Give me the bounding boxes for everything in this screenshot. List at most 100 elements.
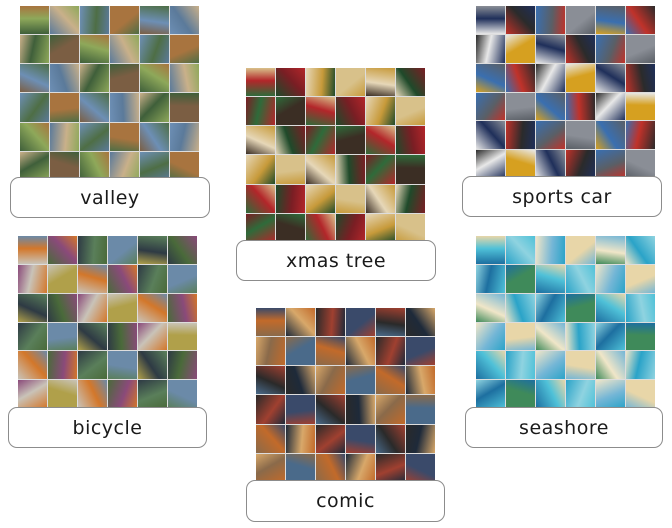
valley-thumbnail [110, 151, 139, 180]
seashore-thumbnail [596, 380, 625, 408]
comic-thumbnail [406, 308, 435, 337]
comic-thumbnail [286, 308, 315, 337]
seashore-thumbnail [536, 322, 565, 351]
bicycle-thumbnail [108, 264, 137, 293]
valley-thumbnail [110, 64, 139, 93]
comic-thumbnail [346, 308, 375, 337]
xmas-tree-thumbnail [306, 126, 335, 155]
sports-car-thumbnail [476, 150, 505, 178]
xmas-tree-thumbnail [336, 97, 365, 126]
comic-thumbnail [376, 337, 405, 366]
comic-thumbnail [346, 337, 375, 366]
xmas-tree-thumbnail [306, 184, 335, 213]
seashore-thumbnail [596, 322, 625, 351]
bicycle-label: bicycle [8, 407, 207, 448]
seashore-thumbnail [626, 322, 655, 351]
bicycle-thumbnail [78, 236, 107, 264]
comic-image-grid [256, 308, 435, 482]
seashore-thumbnail [596, 264, 625, 293]
sports-car-thumbnail [596, 34, 625, 63]
seashore-thumbnail [476, 351, 505, 380]
xmas-tree-thumbnail [336, 213, 365, 242]
valley-thumbnail [80, 6, 109, 35]
xmas-tree-thumbnail [246, 126, 275, 155]
bicycle-thumbnail [108, 293, 137, 322]
xmas-tree-thumbnail [306, 213, 335, 242]
xmas-tree-thumbnail [276, 213, 305, 242]
bicycle-thumbnail [78, 293, 107, 322]
seashore-thumbnail [506, 351, 535, 380]
seashore-thumbnail [506, 380, 535, 408]
valley-thumbnail [170, 35, 199, 64]
comic-thumbnail [406, 424, 435, 453]
bicycle-thumbnail [168, 351, 197, 380]
comic-thumbnail [286, 395, 315, 424]
bicycle-thumbnail [168, 322, 197, 351]
valley-thumbnail [20, 35, 49, 64]
comic-thumbnail [406, 337, 435, 366]
valley-thumbnail [80, 151, 109, 180]
valley-thumbnail [110, 6, 139, 35]
seashore-thumbnail [596, 236, 625, 264]
valley-thumbnail [170, 6, 199, 35]
valley-label: valley [10, 177, 210, 218]
comic-thumbnail [376, 424, 405, 453]
xmas-tree-thumbnail [396, 155, 425, 184]
sports-car-thumbnail [476, 6, 505, 34]
seashore-thumbnail [596, 293, 625, 322]
bicycle-thumbnail [108, 322, 137, 351]
bicycle-thumbnail [18, 293, 47, 322]
comic-thumbnail [406, 366, 435, 395]
seashore-thumbnail [566, 322, 595, 351]
sports-car-thumbnail [626, 121, 655, 150]
seashore-thumbnail [626, 351, 655, 380]
comic-thumbnail [346, 424, 375, 453]
sports-car-thumbnail [506, 63, 535, 92]
seashore-thumbnail [506, 322, 535, 351]
xmas-tree-label: xmas tree [236, 240, 436, 281]
sports-car-thumbnail [626, 34, 655, 63]
seashore-thumbnail [506, 293, 535, 322]
sports-car-thumbnail [506, 121, 535, 150]
bicycle-thumbnail [18, 380, 47, 408]
comic-thumbnail [406, 395, 435, 424]
comic-thumbnail [286, 453, 315, 482]
xmas-tree-thumbnail [246, 68, 275, 97]
valley-thumbnail [20, 122, 49, 151]
xmas-tree-thumbnail [396, 184, 425, 213]
sports-car-thumbnail [476, 63, 505, 92]
comic-thumbnail [256, 337, 285, 366]
sports-car-thumbnail [596, 6, 625, 34]
valley-thumbnail [50, 6, 79, 35]
comic-thumbnail [316, 308, 345, 337]
bicycle-thumbnail [78, 351, 107, 380]
seashore-thumbnail [626, 380, 655, 408]
valley-thumbnail [20, 93, 49, 122]
sports-car-thumbnail [536, 150, 565, 178]
bicycle-thumbnail [48, 293, 77, 322]
valley-thumbnail [170, 64, 199, 93]
valley-thumbnail [140, 151, 169, 180]
bicycle-image-grid [18, 236, 197, 408]
sports-car-thumbnail [596, 63, 625, 92]
sports-car-thumbnail [506, 150, 535, 178]
valley-thumbnail [20, 151, 49, 180]
xmas-tree-thumbnail [246, 184, 275, 213]
bicycle-thumbnail [138, 264, 167, 293]
seashore-thumbnail [506, 264, 535, 293]
bicycle-thumbnail [168, 380, 197, 408]
seashore-thumbnail [476, 293, 505, 322]
sports-car-thumbnail [506, 34, 535, 63]
seashore-thumbnail [536, 236, 565, 264]
seashore-thumbnail [566, 380, 595, 408]
xmas-tree-thumbnail [366, 126, 395, 155]
sports-car-thumbnail [536, 34, 565, 63]
sports-car-image-grid [476, 6, 655, 178]
bicycle-thumbnail [138, 236, 167, 264]
seashore-thumbnail [566, 264, 595, 293]
seashore-thumbnail [476, 380, 505, 408]
xmas-tree-thumbnail [366, 184, 395, 213]
valley-thumbnail [80, 64, 109, 93]
xmas-tree-thumbnail [276, 97, 305, 126]
comic-thumbnail [256, 424, 285, 453]
